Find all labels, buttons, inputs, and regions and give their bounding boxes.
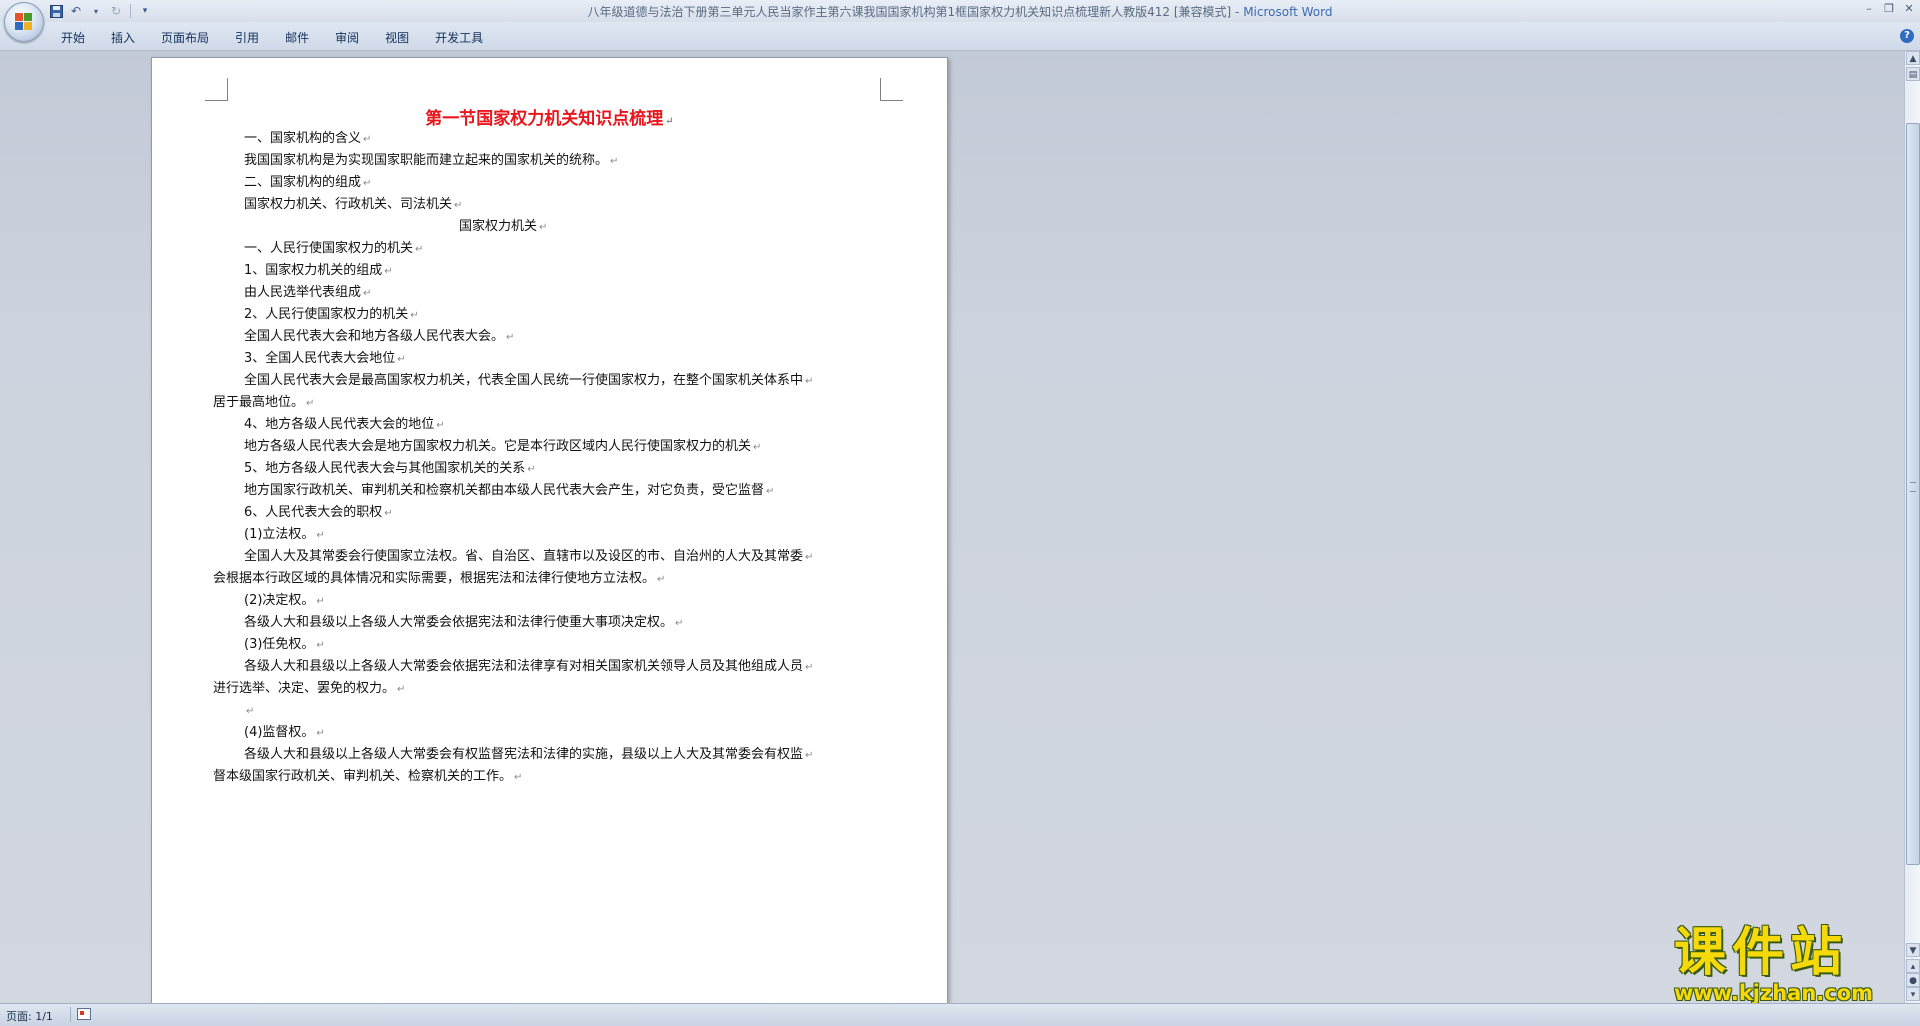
scroll-up-icon[interactable]: ▲ [1906,51,1920,65]
restore-icon[interactable]: ❐ [1882,2,1896,16]
document-paragraph: 各级人大和县级以上各级人大常委会有权监督宪法和法律的实施，县级以上人大及其常委会… [244,747,814,762]
window-title: 八年级道德与法治下册第三单元人民当家作主第六课我国国家机构第1框国家权力机关知识… [0,3,1920,20]
previous-page-icon[interactable]: ▴ [1906,959,1920,973]
ribbon-tab[interactable]: 邮件 [272,28,322,48]
document-paragraph: 一、国家机构的含义 ↵ [244,131,372,146]
ribbon-tab-bar: 开始 插入 页面布局 引用 邮件 审阅 视图 开发工具 ? [0,22,1920,51]
ribbon-tab[interactable]: 审阅 [322,28,372,48]
document-title: 第一节国家权力机关知识点梳理 ↵ [425,109,674,129]
document-page[interactable]: 第一节国家权力机关知识点梳理 ↵ 一、国家机构的含义 ↵ 我国国家机构是为实现国家职能… [151,57,948,1003]
document-paragraph: 会根据本行政区域的具体情况和实际需要，根据宪法和法律行使地方立法权。 ↵ [213,571,666,586]
document-paragraph: 国家权力机关 ↵ [459,219,548,234]
office-button[interactable] [4,2,44,42]
watermark-logo: 课件站 www.kjzhan.com [1668,923,1903,1005]
document-paragraph: 全国人民代表大会是最高国家权力机关，代表全国人民统一行使国家权力，在整个国家机关… [244,373,814,388]
app-name: Microsoft Word [1243,5,1333,19]
crop-mark-top-right [880,78,903,101]
document-paragraph: 4、地方各级人民代表大会的地位 ↵ [244,417,445,432]
document-paragraph: 居于最高地位。 ↵ [213,395,315,410]
minimize-icon[interactable]: – [1862,2,1876,16]
ruler-toggle-icon[interactable]: ▤ [1906,67,1920,81]
ribbon-tab[interactable]: 开发工具 [422,28,496,48]
ribbon-tab[interactable]: 页面布局 [148,28,222,48]
document-name: 八年级道德与法治下册第三单元人民当家作主第六课我国国家机构第1框国家权力机关知识… [587,5,1244,19]
scroll-grip [1910,482,1916,492]
document-paragraph: 督本级国家行政机关、审判机关、检察机关的工作。 ↵ [213,769,523,784]
document-paragraph: 进行选举、决定、罢免的权力。 ↵ [213,681,406,696]
document-paragraph: 地方国家行政机关、审判机关和检察机关都由本级人民代表大会产生，对它负责，受它监督… [244,483,775,498]
page-count[interactable]: 页面: 1/1 [6,1008,53,1024]
document-paragraph: 由人民选举代表组成 ↵ [244,285,372,300]
document-paragraph: 全国人大及其常委会行使国家立法权。省、自治区、直辖市以及设区的市、自治州的人大及… [244,549,814,564]
vertical-scrollbar[interactable]: ▲ ▤ ▼ ▴ ● ▾ [1904,51,1920,1003]
document-paragraph: 全国人民代表大会和地方各级人民代表大会。 ↵ [244,329,515,344]
document-paragraph: 我国国家机构是为实现国家职能而建立起来的国家机关的统称。 ↵ [244,153,619,168]
status-bar: 页面: 1/1 [0,1003,1920,1026]
document-paragraph: 各级人大和县级以上各级人大常委会依据宪法和法律行使重大事项决定权。 ↵ [244,615,684,630]
scroll-thumb[interactable] [1906,123,1920,865]
document-paragraph: 国家权力机关、行政机关、司法机关 ↵ [244,197,463,212]
browse-object-icon[interactable]: ● [1906,973,1920,987]
document-paragraph: (1)立法权。 ↵ [244,527,325,542]
watermark-url: www.kjzhan.com [1674,981,1874,1005]
status-separator [70,1007,71,1022]
help-icon[interactable]: ? [1900,29,1914,43]
watermark-name: 课件站 [1674,923,1849,983]
next-page-icon[interactable]: ▾ [1906,987,1920,1001]
document-paragraph: 2、人民行使国家权力的机关 ↵ [244,307,419,322]
ribbon-tabs: 开始 插入 页面布局 引用 邮件 审阅 视图 开发工具 [48,28,496,48]
ribbon-tab[interactable]: 引用 [222,28,272,48]
document-workspace: 第一节国家权力机关知识点梳理 ↵ 一、国家机构的含义 ↵ 我国国家机构是为实现国家职能… [0,51,1904,1003]
document-paragraph: 1、国家权力机关的组成 ↵ [244,263,393,278]
document-paragraph: 地方各级人民代表大会是地方国家权力机关。它是本行政区域内人民行使国家权力的机关 ↵ [244,439,762,454]
macro-record-icon[interactable] [77,1008,91,1020]
scroll-down-icon[interactable]: ▼ [1906,943,1920,957]
crop-mark-top-left [205,78,228,101]
document-paragraph: 6、人民代表大会的职权 ↵ [244,505,393,520]
ribbon-tab[interactable]: 视图 [372,28,422,48]
document-paragraph: (4)监督权。 ↵ [244,725,325,740]
document-paragraph: (3)任免权。 ↵ [244,637,325,652]
office-logo-icon [15,13,33,31]
title-bar: ↶ ▾ ↻ ▾ 八年级道德与法治下册第三单元人民当家作主第六课我国国家机构第1框… [0,0,1920,42]
document-paragraph: (2)决定权。 ↵ [244,593,325,608]
close-icon[interactable]: ✕ [1902,2,1916,16]
document-paragraph: ↵ [246,706,255,717]
document-paragraph: 3、全国人民代表大会地位 ↵ [244,351,406,366]
document-paragraph: 二、国家机构的组成 ↵ [244,175,372,190]
document-paragraph: 各级人大和县级以上各级人大常委会依据宪法和法律享有对相关国家机关领导人员及其他组… [244,659,814,674]
ribbon-tab[interactable]: 插入 [98,28,148,48]
document-paragraph: 一、人民行使国家权力的机关 ↵ [244,241,424,256]
document-paragraph: 5、地方各级人民代表大会与其他国家机关的关系 ↵ [244,461,536,476]
ribbon-tab[interactable]: 开始 [48,28,98,48]
window-controls: – ❐ ✕ [1862,2,1916,16]
